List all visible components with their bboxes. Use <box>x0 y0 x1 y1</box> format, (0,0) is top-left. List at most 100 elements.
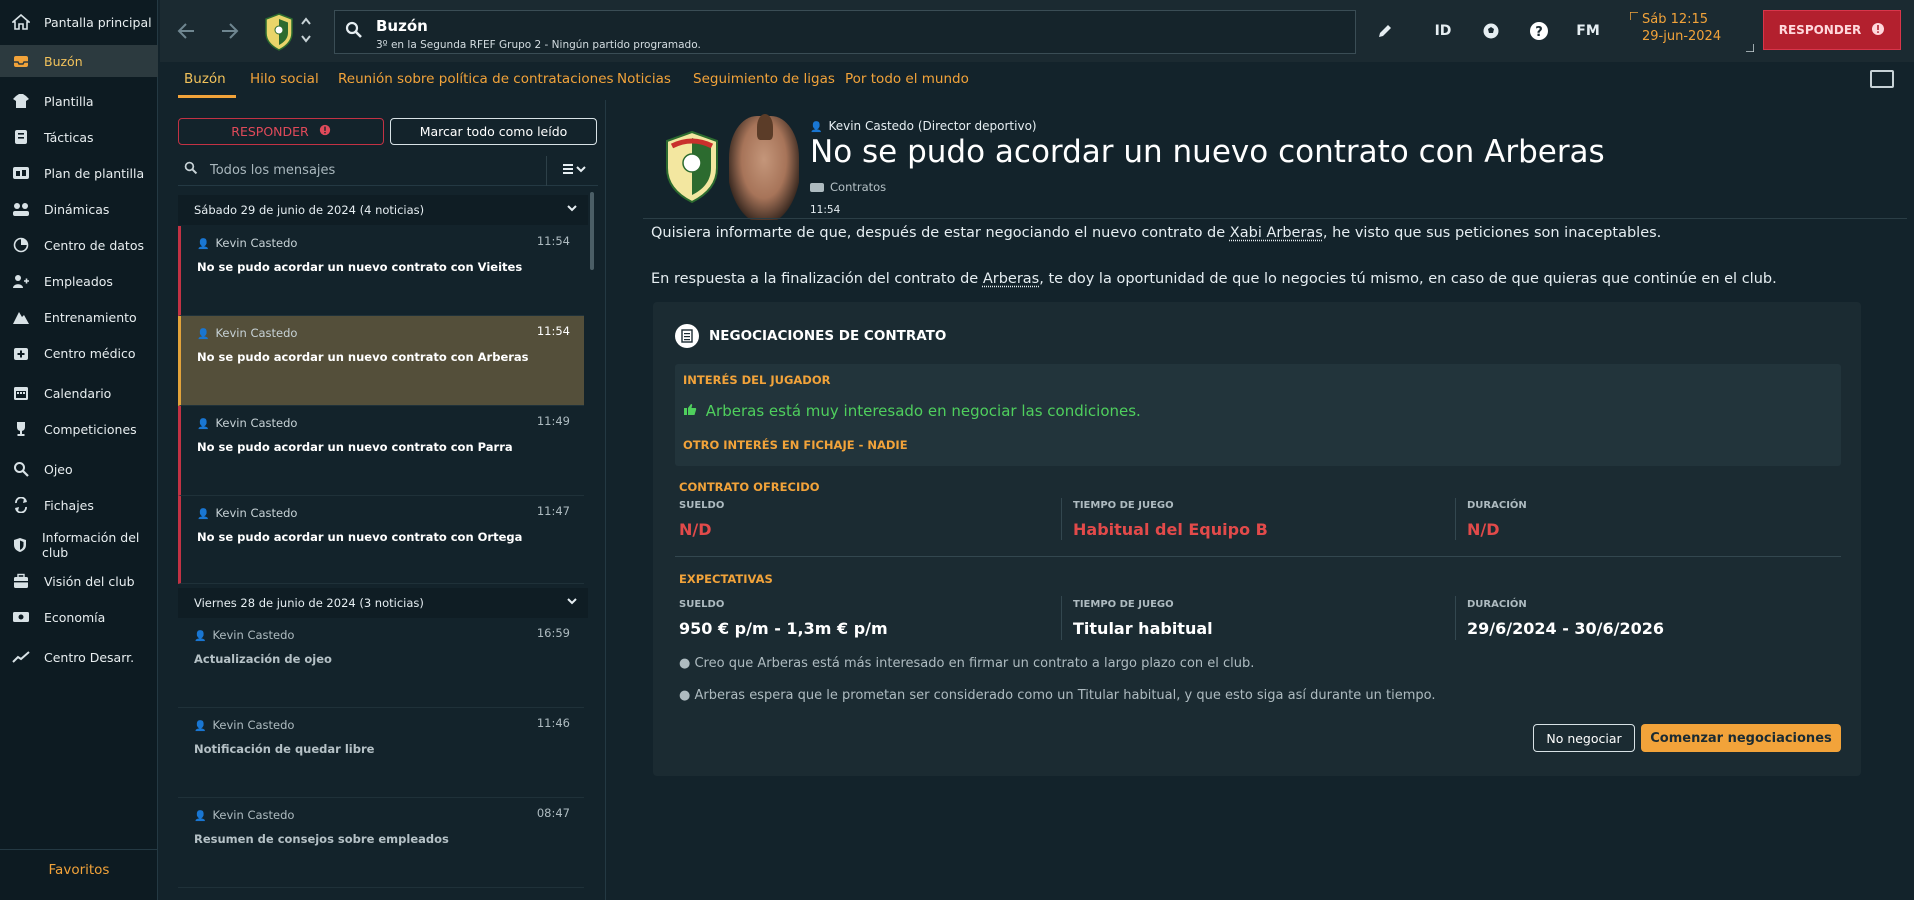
help-icon[interactable]: ? <box>1526 18 1552 44</box>
respond-button[interactable]: RESPONDER <box>178 118 384 145</box>
club-switch-chevrons-icon[interactable] <box>300 16 312 48</box>
list-item[interactable]: 👤 Kevin Castedo 08:47 Resumen de consejos… <box>178 798 584 888</box>
divider <box>1061 498 1062 540</box>
list-item[interactable]: 👤 Kevin Castedo 11:49 No se pudo acordar … <box>178 406 584 496</box>
start-negotiations-button[interactable]: Comenzar negociaciones <box>1641 724 1841 752</box>
sidebar-item-label: Tácticas <box>44 129 94 145</box>
message-sender: 👤 Kevin Castedo <box>197 236 297 250</box>
sender-role: (Director deportivo) <box>917 119 1037 133</box>
tab-bar: Buzón Hilo social Reunión sobre política… <box>160 62 1914 100</box>
search-icon <box>184 161 198 179</box>
screen-subtitle: 3º en la Segunda RFEF Grupo 2 - Ningún p… <box>376 39 701 51</box>
message-time: 08:47 <box>536 806 570 820</box>
id-button[interactable]: ID <box>1430 18 1456 44</box>
list-options-icon[interactable] <box>562 161 588 181</box>
list-item[interactable]: 👤 Kevin Castedo 16:59 Actualización de oj… <box>178 618 584 708</box>
sidebar-item-dynamics[interactable]: Dinámicas <box>0 193 158 225</box>
sidebar-item-label: Centro médico <box>44 345 136 361</box>
favorites-button[interactable]: Favoritos <box>0 850 158 890</box>
alert-icon <box>1871 22 1885 39</box>
edit-icon[interactable] <box>1372 18 1398 44</box>
tab-social-feed[interactable]: Hilo social <box>250 71 319 87</box>
list-item[interactable]: 👤 Kevin Castedo 11:46 Notificación de que… <box>178 708 584 798</box>
sidebar-item-label: Información del club <box>42 530 140 560</box>
sidebar-item-club-vision[interactable]: Visión del club <box>0 565 158 597</box>
club-crest-logo[interactable] <box>664 130 720 204</box>
sidebar-item-scouting[interactable]: Ojeo <box>0 453 158 485</box>
sidebar-item-label: Fichajes <box>44 497 94 513</box>
tab-inbox[interactable]: Buzón <box>184 71 226 87</box>
sidebar-item-competitions[interactable]: Competiciones <box>0 413 158 445</box>
divider <box>675 556 1841 557</box>
sender-face-image[interactable] <box>729 114 799 220</box>
list-item[interactable]: 👤 Kevin Castedo 11:47 No se pudo acordar … <box>178 496 584 584</box>
mark-all-read-button[interactable]: Marcar todo como leído <box>390 118 597 145</box>
player-interest-text: Arberas está muy interesado en negociar … <box>683 402 1141 420</box>
person-icon: 👤 <box>194 721 207 732</box>
expected-wage-label: SUELDO <box>679 599 725 610</box>
respond-top-button[interactable]: RESPONDER <box>1763 10 1901 50</box>
message-subject: Actualización de ojeo <box>194 652 332 666</box>
club-info-icon <box>10 536 30 554</box>
list-item-selected[interactable]: 👤 Kevin Castedo 11:54 No se pudo acordar … <box>178 316 584 406</box>
inbox-icon <box>10 52 32 70</box>
sidebar-item-transfers[interactable]: Fichajes <box>0 489 158 521</box>
sidebar-item-finances[interactable]: Economía <box>0 601 158 633</box>
club-vision-icon <box>10 572 32 590</box>
sidebar-item-home[interactable]: Pantalla principal <box>0 6 158 38</box>
message-time: 11:54 <box>536 234 570 248</box>
sidebar-item-training[interactable]: Entrenamiento <box>0 301 158 333</box>
app-window: Pantalla principal Buzón Plantilla Tácti… <box>0 0 1914 900</box>
sidebar-item-calendar[interactable]: Calendario <box>0 377 158 409</box>
person-icon: 👤 <box>197 239 210 250</box>
sidebar-item-label: Plantilla <box>44 93 94 109</box>
chevron-down-icon <box>566 595 578 610</box>
sidebar-item-medical[interactable]: Centro médico <box>0 337 158 369</box>
sidebar-item-squad-plan[interactable]: Plan de plantilla <box>0 157 158 189</box>
sidebar-item-squad[interactable]: Plantilla <box>0 85 158 117</box>
list-scrollbar[interactable] <box>590 192 594 270</box>
sidebar-item-inbox[interactable]: Buzón <box>0 45 158 77</box>
sidebar-item-development[interactable]: Centro Desarr. <box>0 641 158 673</box>
date-group-header[interactable]: Viernes 28 de junio de 2024 (3 noticias) <box>178 588 588 618</box>
list-item[interactable]: 👤 Kevin Castedo 11:54 No se pudo acordar … <box>178 226 584 316</box>
game-date[interactable]: Sáb 12:15 29-jun-2024 <box>1630 12 1754 52</box>
back-arrow-icon[interactable] <box>173 18 199 44</box>
forward-arrow-icon[interactable] <box>217 18 243 44</box>
ball-icon[interactable] <box>1478 18 1504 44</box>
sender-name: Kevin Castedo <box>212 718 295 732</box>
fm-menu-button[interactable]: FM <box>1574 18 1602 44</box>
sidebar-item-label: Pantalla principal <box>44 14 152 30</box>
message-category: Contratos <box>810 180 886 194</box>
search-box[interactable]: Buzón 3º en la Segunda RFEF Grupo 2 - Ni… <box>334 10 1356 54</box>
message-filter[interactable]: Todos los mensajes <box>178 156 598 186</box>
bullet-icon: ● <box>679 688 695 703</box>
tab-recruitment-meeting[interactable]: Reunión sobre política de contrataciones <box>338 71 614 87</box>
squad-icon <box>10 92 32 110</box>
data-hub-icon <box>10 236 32 254</box>
tab-news[interactable]: Noticias <box>617 71 671 87</box>
tab-league-tracking[interactable]: Seguimiento de ligas <box>693 71 835 87</box>
sidebar-item-data-hub[interactable]: Centro de datos <box>0 229 158 261</box>
tab-around-the-world[interactable]: Por todo el mundo <box>845 71 969 87</box>
date-group-header[interactable]: Sábado 29 de junio de 2024 (4 noticias) <box>178 195 588 225</box>
offered-playing-time-value: Habitual del Equipo B <box>1073 520 1268 539</box>
message-sender-line[interactable]: 👤 Kevin Castedo (Director deportivo) <box>810 119 1037 133</box>
chevron-down-icon <box>566 202 578 217</box>
player-link[interactable]: Xabi Arberas <box>1230 225 1323 241</box>
active-tab-indicator <box>178 95 236 98</box>
player-link[interactable]: Arberas <box>983 271 1039 287</box>
message-subject: No se pudo acordar un nuevo contrato con… <box>197 530 523 544</box>
sidebar-item-club-info[interactable]: Información del club <box>0 529 158 561</box>
screen-title: Buzón <box>376 17 428 35</box>
message-sender: 👤 Kevin Castedo <box>194 718 294 732</box>
no-negotiate-button[interactable]: No negociar <box>1533 724 1635 752</box>
interest-text: Arberas está muy interesado en negociar … <box>705 402 1141 420</box>
club-crest-icon[interactable] <box>264 13 294 51</box>
offered-contract-label: CONTRATO OFRECIDO <box>679 480 820 494</box>
sidebar-item-staff[interactable]: Empleados <box>0 265 158 297</box>
monitor-icon[interactable] <box>1870 70 1894 88</box>
date-group-label: Viernes 28 de junio de 2024 (3 noticias) <box>194 596 424 610</box>
sidebar-item-tactics[interactable]: Tácticas <box>0 121 158 153</box>
thumbs-up-icon <box>683 402 702 420</box>
